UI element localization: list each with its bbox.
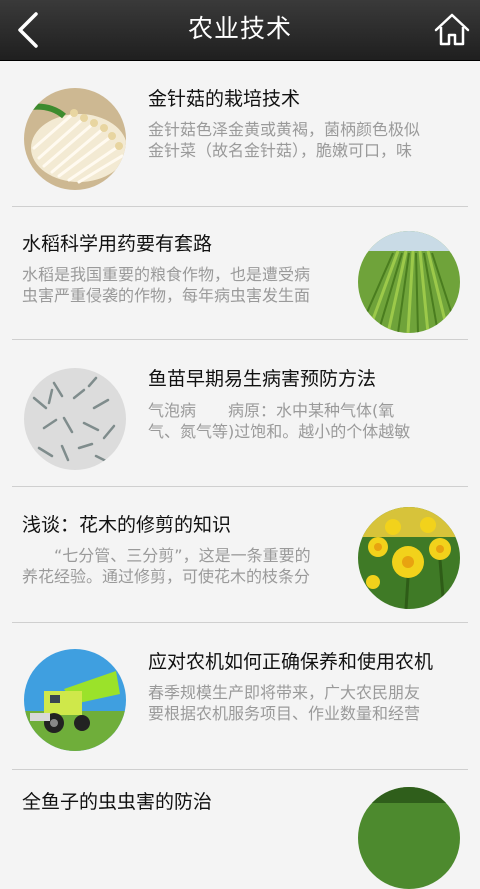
article-title: 鱼苗早期易生病害预防方法 — [148, 368, 377, 390]
article-summary-line: 春季规模生产即将带来，广大农民朋友 — [148, 683, 421, 702]
article-title: 全鱼子的虫虫害的防治 — [22, 791, 213, 813]
list-item[interactable]: 应对农机如何正确保养和使用农机 春季规模生产即将带来，广大农民朋友 要根据农机服… — [12, 623, 468, 770]
list-item[interactable]: 全鱼子的虫虫害的防治 — [12, 770, 468, 889]
article-summary-line: 水稻是我国重要的粮食作物，也是遭受病 — [22, 265, 311, 284]
article-title: 浅谈：花木的修剪的知识 — [22, 514, 232, 536]
home-icon — [434, 13, 470, 46]
article-summary-line: 金针菇色泽金黄或黄褐，菌柄颜色极似 — [148, 120, 421, 139]
list-item[interactable]: 水稻科学用药要有套路 水稻是我国重要的粮食作物，也是遭受病 虫害严重侵袭的作物，… — [12, 207, 468, 340]
article-summary-line: 养花经验。通过修剪，可使花木的枝条分 — [22, 567, 311, 586]
fish-fry-image — [24, 368, 126, 470]
article-summary-line: 气、氮气等)过饱和。越小的个体越敏 — [148, 422, 411, 441]
plant-image — [358, 787, 460, 889]
enoki-mushroom-image — [24, 88, 126, 190]
article-summary-line: 金针菜（故名金针菇），脆嫩可口，味 — [148, 141, 413, 160]
list-item[interactable]: 浅谈：花木的修剪的知识 “七分管、三分剪”，这是一条重要的 养花经验。通过修剪，… — [12, 487, 468, 623]
article-title: 金针菇的栽培技术 — [148, 88, 301, 110]
article-title: 应对农机如何正确保养和使用农机 — [148, 651, 434, 673]
harvester-image — [24, 649, 126, 751]
list-item[interactable]: 金针菇的栽培技术 金针菇色泽金黄或黄褐，菌柄颜色极似 金针菜（故名金针菇），脆嫩… — [12, 61, 468, 207]
top-bar: 农业技术 — [0, 0, 480, 61]
daffodils-image — [358, 507, 460, 609]
rice-field-image — [358, 231, 460, 333]
page-title: 农业技术 — [187, 14, 292, 43]
article-summary-line: “七分管、三分剪”，这是一条重要的 — [22, 546, 311, 565]
article-title: 水稻科学用药要有套路 — [22, 233, 213, 255]
list-item[interactable]: 鱼苗早期易生病害预防方法 气泡病 病原：水中某种气体(氧 气、氮气等)过饱和。越… — [12, 340, 468, 487]
home-button[interactable] — [432, 10, 472, 50]
article-summary-line: 气泡病 病原：水中某种气体(氧 — [148, 401, 395, 420]
article-summary-line: 要根据农机服务项目、作业数量和经营 — [148, 704, 421, 723]
article-summary-line: 虫害严重侵袭的作物，每年病虫害发生面 — [22, 286, 311, 305]
